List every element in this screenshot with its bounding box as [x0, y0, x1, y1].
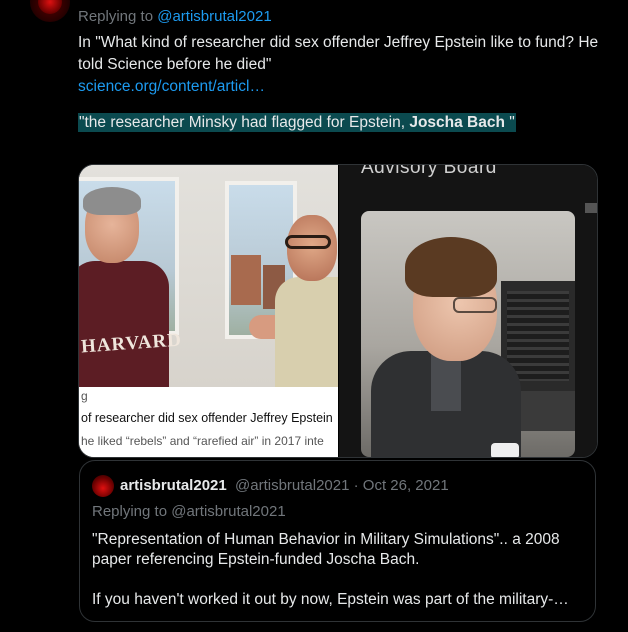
replying-prefix: Replying to	[78, 8, 158, 25]
highlight-pre: "the researcher Minsky had flagged for E…	[79, 114, 410, 131]
highlighted-quote: "the researcher Minsky had flagged for E…	[78, 113, 516, 132]
caption-title: of researcher did sex offender Jeffrey E…	[81, 411, 333, 425]
caption-site: g	[81, 389, 88, 403]
portrait-photo	[361, 211, 575, 457]
quoted-avatar[interactable]	[92, 475, 114, 497]
replying-to: Replying to @artisbrutal2021	[78, 8, 272, 25]
highlight-bold: Joscha Bach	[409, 114, 505, 131]
caption-subtitle: he liked “rebels” and “rarefied air” in …	[81, 434, 324, 448]
author-avatar[interactable]	[30, 0, 70, 22]
quoted-paragraph-1: "Representation of Human Behavior in Mil…	[92, 531, 560, 568]
tweet-body: In "What kind of researcher did sex offe…	[78, 34, 599, 73]
replying-handle-link[interactable]: @artisbrutal2021	[157, 8, 271, 25]
article-link[interactable]: science.org/content/articl…	[78, 76, 608, 98]
quoted-paragraph-2: If you haven't worked it out by now, Eps…	[92, 591, 569, 608]
quoted-tweet[interactable]: artisbrutal2021 @artisbrutal2021 · Oct 2…	[79, 460, 596, 622]
quoted-tweet-text: "Representation of Human Behavior in Mil…	[92, 530, 587, 630]
quoted-handle-date: @artisbrutal2021 · Oct 26, 2021	[235, 477, 449, 494]
media-image-right[interactable]: Advisory Board	[339, 165, 597, 457]
office-photo: HARVARD	[79, 165, 338, 397]
media-grid: HARVARD g of researcher did sex offender…	[78, 164, 598, 458]
quoted-display-name[interactable]: artisbrutal2021	[120, 477, 227, 494]
media-image-left[interactable]: HARVARD g of researcher did sex offender…	[79, 165, 338, 457]
article-caption: g of researcher did sex offender Jeffrey…	[79, 387, 338, 457]
advisory-board-header: Advisory Board	[361, 165, 497, 178]
quoted-replying-to: Replying to @artisbrutal2021	[92, 503, 286, 520]
highlight-post: "	[504, 114, 515, 131]
tweet-text: In "What kind of researcher did sex offe…	[78, 32, 608, 98]
